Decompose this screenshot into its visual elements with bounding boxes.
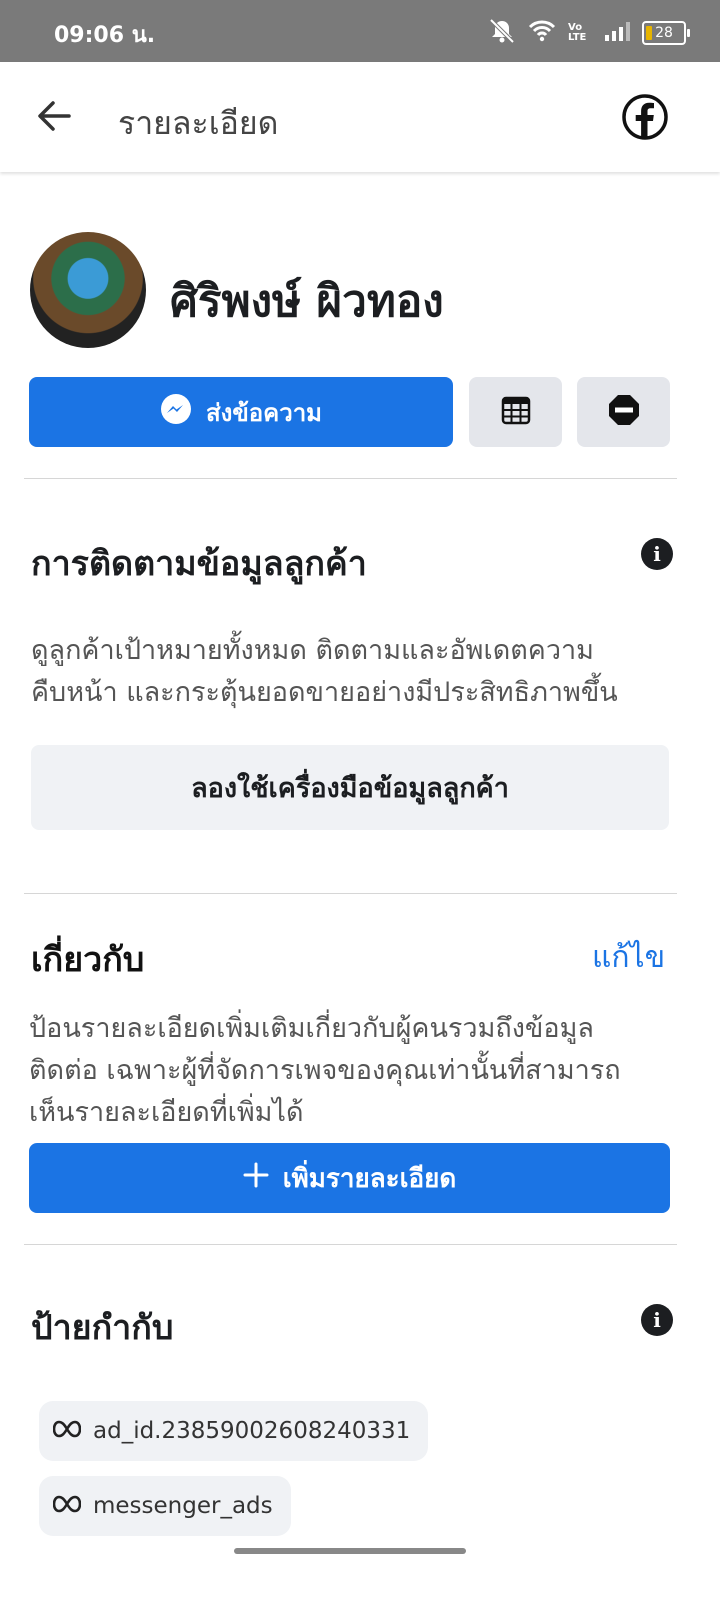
divider <box>24 893 677 894</box>
try-customer-tools-button[interactable]: ลองใช้เครื่องมือข้อมูลลูกค้า <box>31 745 669 830</box>
home-indicator[interactable] <box>234 1548 466 1554</box>
customer-tracking-heading: การติดตามข้อมูลลูกค้า <box>31 544 367 584</box>
plus-icon <box>243 1162 269 1195</box>
description-line: เห็นรายละเอียดที่เพิ่มได้ <box>29 1097 304 1128</box>
description-line: ติดต่อ เฉพาะผู้ที่จัดการเพจของคุณเท่านั้… <box>29 1055 621 1086</box>
description-line: ป้อนรายละเอียดเพิ่มเติมเกี่ยวกับผู้คนรวม… <box>29 1013 594 1044</box>
description-line: คืบหน้า และกระตุ้นยอดขายอย่างมีประสิทธิภ… <box>31 677 618 708</box>
send-message-label: ส่งข้อความ <box>205 398 322 427</box>
battery-icon: 28 <box>642 21 690 45</box>
app-bar: รายละเอียด <box>0 62 720 172</box>
add-details-label: เพิ่มรายละเอียด <box>282 1163 457 1194</box>
divider <box>24 1244 677 1245</box>
wifi-icon <box>528 20 556 46</box>
customer-tracking-description: ดูลูกค้าเป้าหมายทั้งหมด ติดตามและอัพเดตค… <box>31 630 618 714</box>
divider <box>24 478 677 479</box>
avatar <box>30 232 146 348</box>
about-heading: เกี่ยวกับ <box>31 940 145 980</box>
calendar-icon <box>501 395 531 429</box>
block-icon <box>607 393 641 431</box>
status-bar: 09:06 น. Vo LTE 28 <box>0 0 720 62</box>
description-line: ดูลูกค้าเป้าหมายทั้งหมด ติดตามและอัพเดตค… <box>31 635 594 666</box>
facebook-icon[interactable] <box>622 94 668 144</box>
messenger-icon <box>160 393 192 431</box>
add-details-button[interactable]: เพิ่มรายละเอียด <box>29 1143 670 1213</box>
block-button[interactable] <box>577 377 670 447</box>
try-customer-tools-label: ลองใช้เครื่องมือข้อมูลลูกค้า <box>191 773 509 804</box>
profile-name: ศิริพงษ์ ผิวทอง <box>170 276 444 327</box>
label-tag-text: ad_id.23859002608240331 <box>93 1418 411 1444</box>
meta-infinity-icon <box>52 1493 82 1519</box>
meta-infinity-icon <box>52 1418 82 1444</box>
label-tag[interactable]: messenger_ads <box>39 1476 291 1536</box>
appointment-button[interactable] <box>469 377 562 447</box>
label-tag-text: messenger_ads <box>93 1493 273 1519</box>
page-title: รายละเอียด <box>118 104 279 142</box>
battery-level: 28 <box>655 25 673 41</box>
mute-icon <box>488 18 516 48</box>
send-message-button[interactable]: ส่งข้อความ <box>29 377 453 447</box>
label-tag[interactable]: ad_id.23859002608240331 <box>39 1401 429 1461</box>
info-icon[interactable]: i <box>641 1304 673 1336</box>
edit-link[interactable]: แก้ไข <box>592 934 665 981</box>
status-icons: Vo LTE 28 <box>488 18 690 48</box>
about-description: ป้อนรายละเอียดเพิ่มเติมเกี่ยวกับผู้คนรวม… <box>29 1008 621 1134</box>
info-icon[interactable]: i <box>641 538 673 570</box>
status-time: 09:06 น. <box>54 23 156 48</box>
volte-icon: Vo LTE <box>568 22 587 43</box>
back-arrow-icon[interactable] <box>36 98 72 138</box>
labels-heading: ป้ายกำกับ <box>31 1308 174 1348</box>
signal-icon <box>604 21 630 45</box>
